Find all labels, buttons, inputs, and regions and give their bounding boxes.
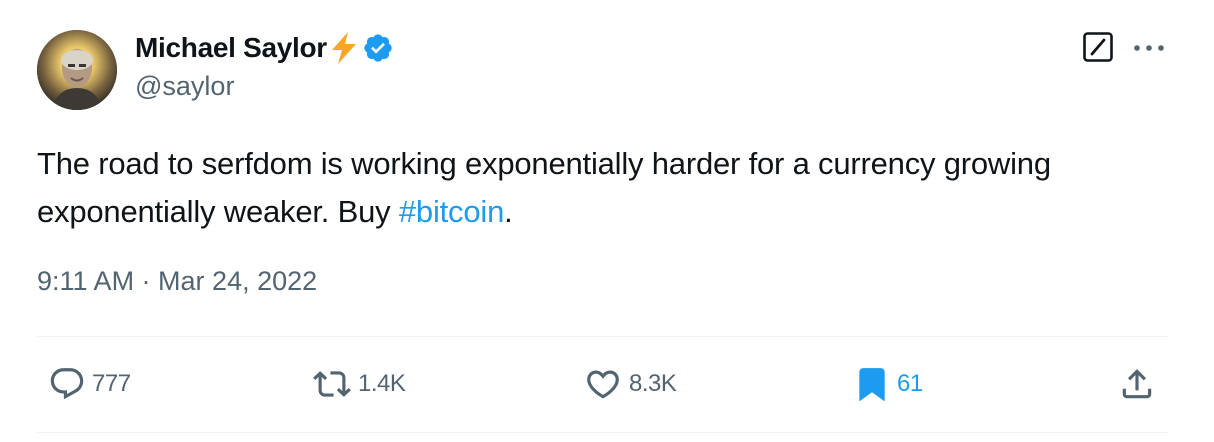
avatar[interactable] bbox=[37, 30, 117, 110]
like-button[interactable]: 8.3K bbox=[583, 364, 677, 404]
bookmark-filled-icon bbox=[859, 368, 885, 402]
reply-button[interactable]: 777 bbox=[48, 364, 131, 404]
share-icon bbox=[1122, 369, 1152, 399]
share-button[interactable] bbox=[1118, 364, 1156, 404]
repost-count: 1.4K bbox=[358, 370, 406, 397]
tweet-text-end: . bbox=[504, 194, 513, 229]
author-handle[interactable]: @saylor bbox=[135, 71, 234, 102]
repost-icon bbox=[313, 371, 351, 397]
tweet-text-body: The road to serfdom is working exponenti… bbox=[37, 146, 1051, 229]
grok-button[interactable] bbox=[1082, 31, 1114, 63]
more-dots-icon bbox=[1134, 45, 1164, 51]
bookmark-count: 61 bbox=[897, 370, 923, 397]
hashtag-link[interactable]: #bitcoin bbox=[399, 194, 504, 229]
lightning-bolt-icon bbox=[328, 31, 360, 65]
avatar-image bbox=[37, 30, 117, 110]
divider bbox=[37, 432, 1168, 433]
verified-badge-icon[interactable] bbox=[362, 32, 394, 64]
reply-count: 777 bbox=[92, 370, 131, 397]
author-display-name[interactable]: Michael Saylor bbox=[135, 32, 327, 64]
bookmark-button[interactable]: 61 bbox=[853, 364, 923, 404]
heart-icon bbox=[587, 370, 619, 399]
reply-icon bbox=[50, 368, 84, 400]
tweet-card: Michael Saylor @saylor The road to serfd… bbox=[0, 0, 1214, 442]
like-count: 8.3K bbox=[629, 370, 677, 397]
tweet-timestamp[interactable]: 9:11 AM · Mar 24, 2022 bbox=[37, 266, 317, 297]
divider bbox=[37, 336, 1168, 337]
author-name-row[interactable]: Michael Saylor bbox=[135, 30, 394, 66]
grok-icon bbox=[1083, 32, 1113, 62]
more-options-button[interactable] bbox=[1130, 33, 1168, 63]
tweet-text: The road to serfdom is working exponenti… bbox=[37, 140, 1157, 236]
repost-button[interactable]: 1.4K bbox=[312, 364, 406, 404]
